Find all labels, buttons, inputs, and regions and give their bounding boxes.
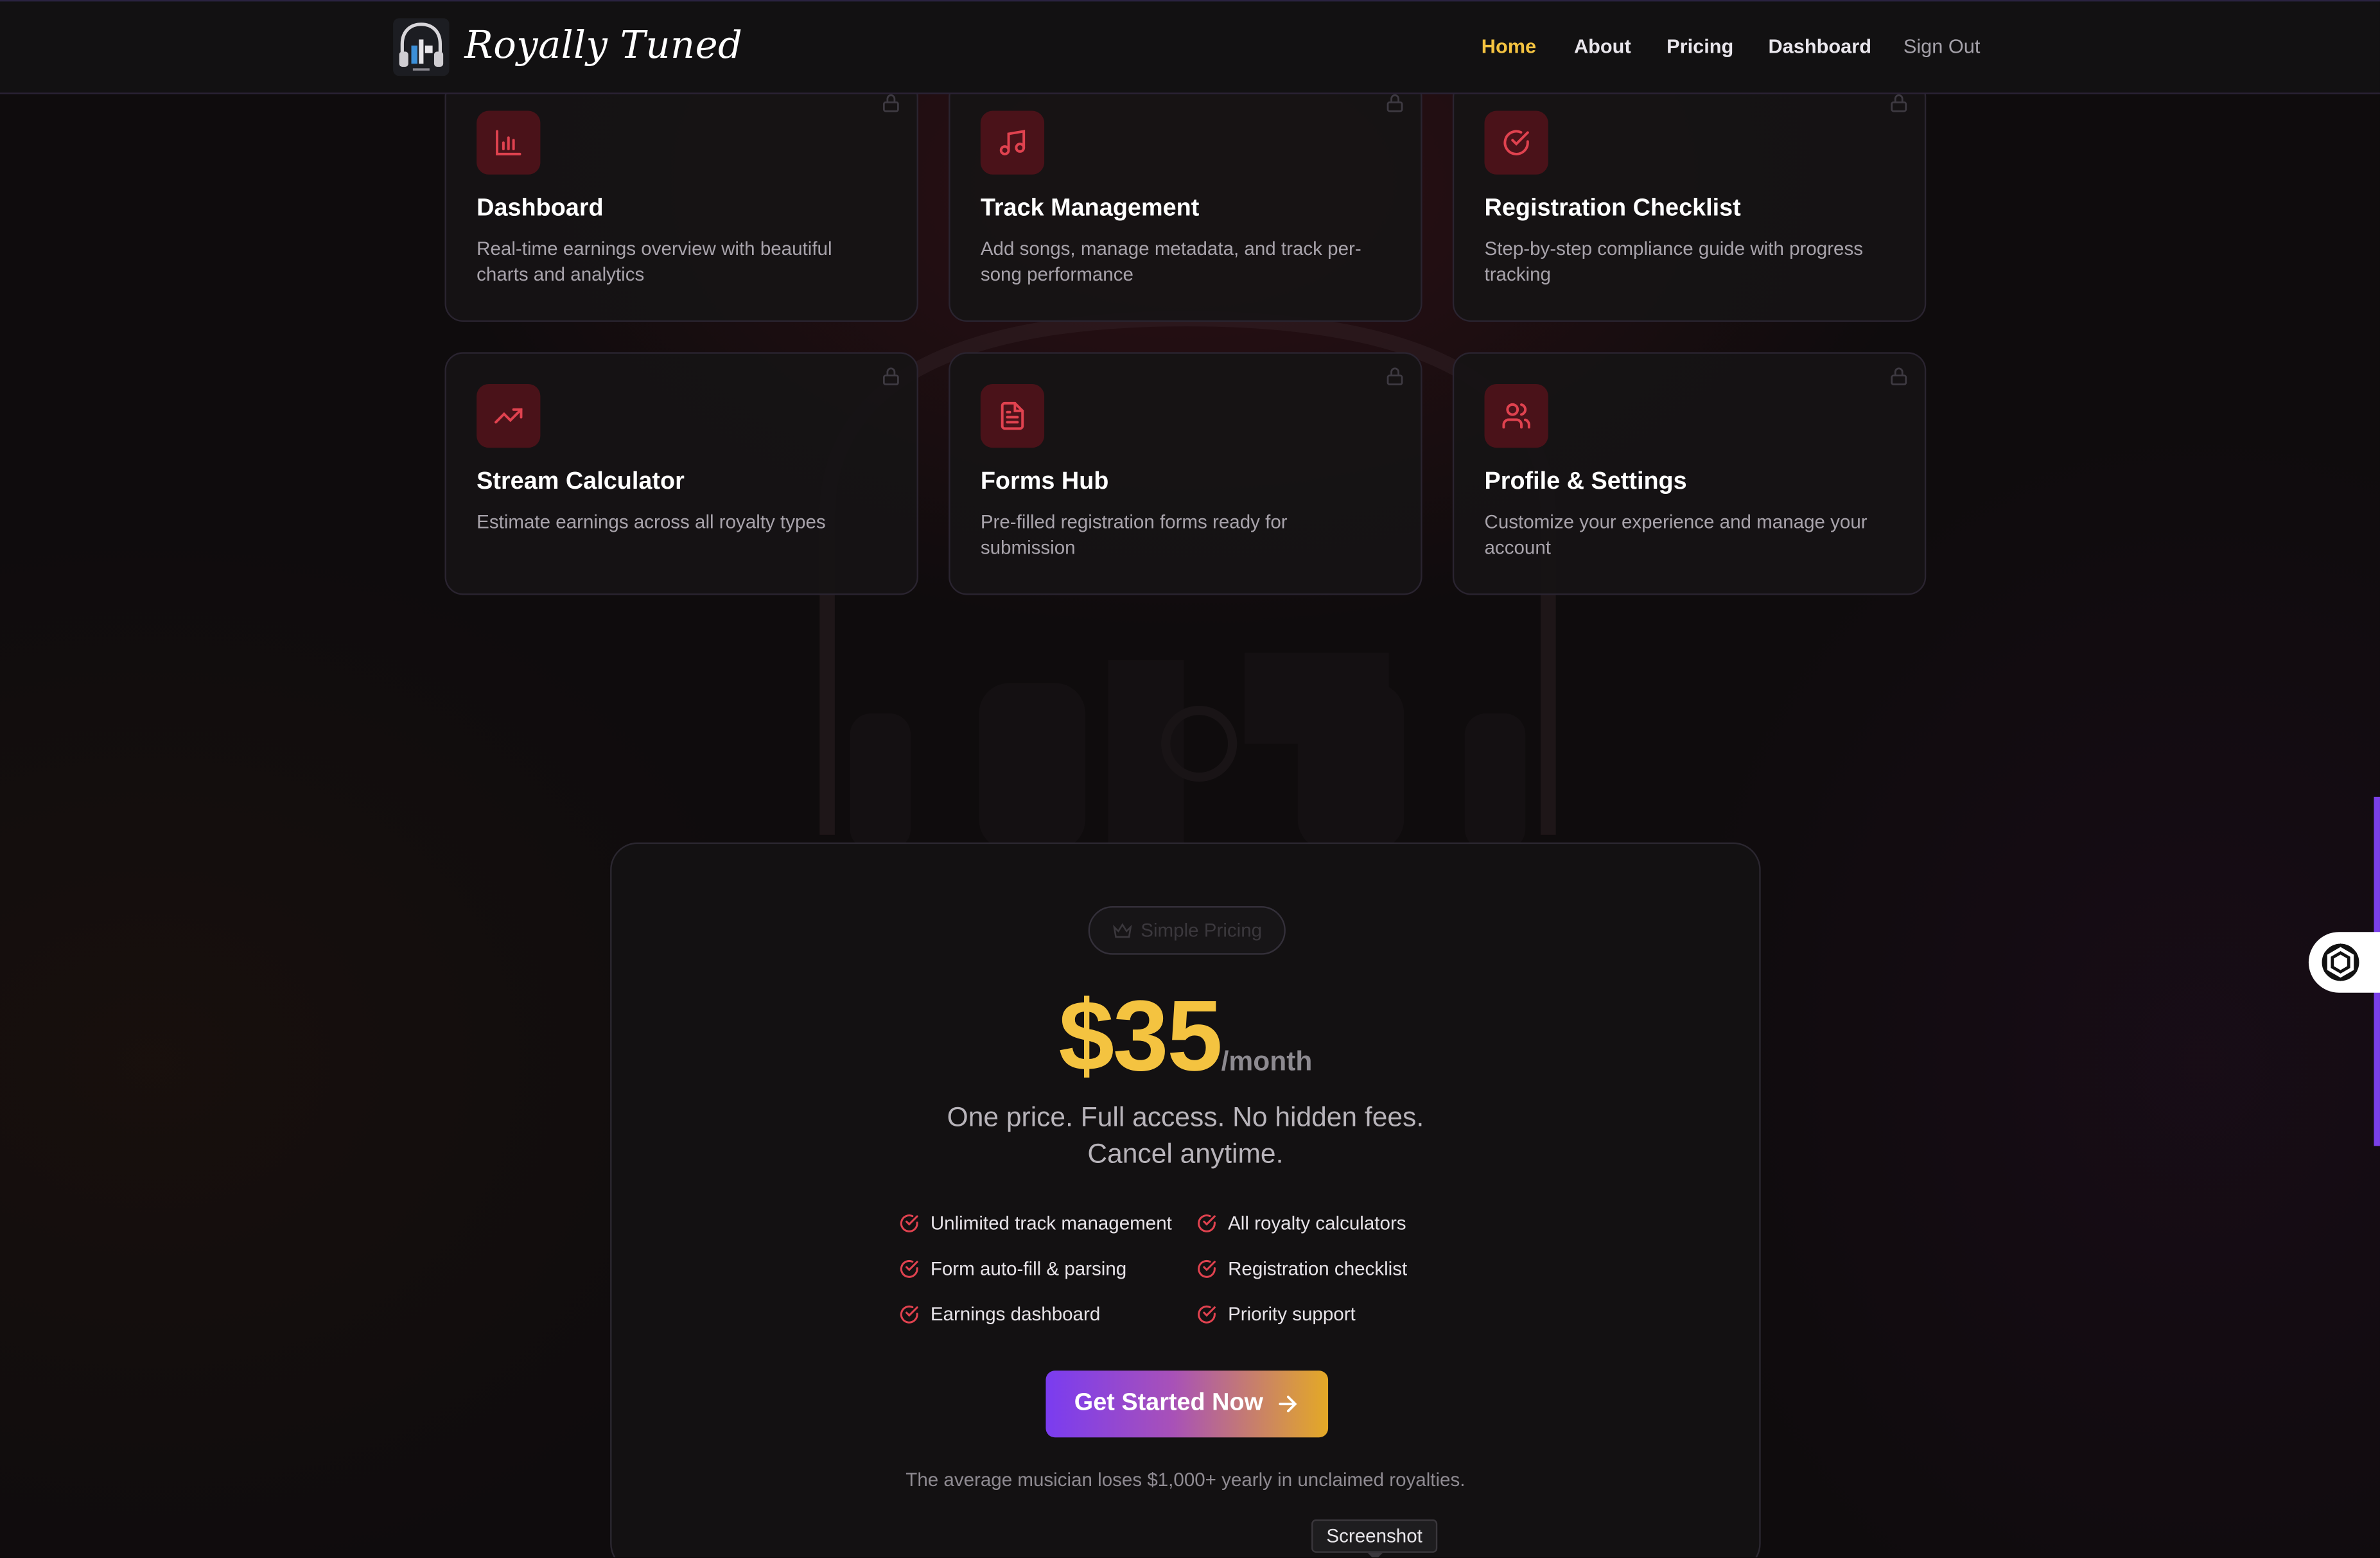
pricing-badge: Simple Pricing <box>1088 906 1286 955</box>
lock-icon <box>1387 94 1403 112</box>
feature-card-dashboard[interactable]: Dashboard Real-time earnings overview wi… <box>444 78 918 322</box>
pricing-feature-label: Unlimited track management <box>930 1212 1172 1234</box>
feature-title: Track Management <box>980 195 1200 222</box>
pricing-feature-item: All royalty calculators <box>1196 1212 1406 1234</box>
openai-logo-icon <box>2322 943 2359 981</box>
check-circle-icon <box>900 1214 918 1232</box>
check-circle-icon <box>1198 1259 1216 1278</box>
page: Royally Tuned Home About Pricing Dashboa… <box>0 0 2380 1557</box>
pricing-card: Simple Pricing $35/month One price. Full… <box>610 842 1761 1557</box>
nav-link-sign-out[interactable]: Sign Out <box>1903 35 1981 57</box>
pricing-feature-label: Earnings dashboard <box>930 1304 1101 1326</box>
feature-icon-box <box>1484 383 1548 448</box>
lock-icon <box>1891 94 1907 112</box>
feature-card-profile-settings[interactable]: Profile & Settings Customize your experi… <box>1452 352 1927 595</box>
tagline-line-1: One price. Full access. No hidden fees. <box>947 1101 1424 1133</box>
feature-description: Real-time earnings overview with beautif… <box>477 238 832 286</box>
feature-description: Estimate earnings across all royalty typ… <box>477 511 826 533</box>
pricing-feature-item: Form auto-fill & parsing <box>898 1258 1126 1279</box>
check-circle-icon <box>1198 1214 1216 1232</box>
feature-icon-box <box>980 383 1045 448</box>
bar-chart-icon <box>496 130 521 155</box>
crown-icon <box>1112 922 1132 938</box>
pricing-badge-label: Simple Pricing <box>1141 920 1263 941</box>
feature-title: Forms Hub <box>980 469 1109 495</box>
feature-icon-box <box>477 110 541 175</box>
nav-link-home[interactable]: Home <box>1482 35 1536 57</box>
feature-description: Add songs, manage metadata, and track pe… <box>980 238 1361 286</box>
feature-title: Dashboard <box>477 195 604 222</box>
users-icon <box>1502 403 1530 429</box>
pricing-feature-item: Priority support <box>1196 1304 1356 1326</box>
get-started-label: Get Started Now <box>1074 1390 1263 1417</box>
lock-icon <box>882 94 899 112</box>
feature-icon-box <box>980 110 1045 175</box>
trending-up-icon <box>494 408 523 424</box>
feature-card-stream-calculator[interactable]: Stream Calculator Estimate earnings acro… <box>444 352 918 595</box>
feature-description: Pre-filled registration forms ready for … <box>980 511 1288 559</box>
pricing-feature-item: Unlimited track management <box>898 1212 1172 1234</box>
check-circle-icon <box>900 1305 918 1324</box>
brand-name[interactable]: Royally Tuned <box>464 22 742 67</box>
check-circle-icon <box>1198 1305 1216 1324</box>
feature-card-registration-checklist[interactable]: Registration Checklist Step-by-step comp… <box>1452 78 1927 322</box>
check-circle-icon <box>900 1259 918 1278</box>
feature-description: Step-by-step compliance guide with progr… <box>1484 238 1864 286</box>
feature-title: Profile & Settings <box>1484 469 1687 495</box>
pricing-feature-label: Form auto-fill & parsing <box>930 1258 1127 1280</box>
price-amount: $35 <box>1058 979 1223 1092</box>
music-note-icon <box>999 130 1026 155</box>
arrow-right-icon <box>1279 1396 1298 1413</box>
pricing-footnote: The average musician loses $1,000+ yearl… <box>906 1469 1466 1491</box>
check-circle-icon <box>1503 130 1529 155</box>
headphones-logo-icon <box>393 18 450 76</box>
assistant-widget-button[interactable] <box>2308 932 2380 993</box>
pricing-feature-item: Earnings dashboard <box>898 1304 1100 1325</box>
brand-logo[interactable] <box>393 18 450 76</box>
nav-link-pricing[interactable]: Pricing <box>1667 35 1733 57</box>
nav-link-about[interactable]: About <box>1574 35 1631 57</box>
lock-icon <box>882 367 899 385</box>
pricing-feature-label: Registration checklist <box>1228 1258 1408 1280</box>
feature-description: Customize your experience and manage you… <box>1484 511 1868 559</box>
price-period: /month <box>1221 1046 1313 1076</box>
feature-icon-box <box>1484 110 1548 175</box>
nav-link-dashboard[interactable]: Dashboard <box>1768 35 1871 57</box>
feature-title: Registration Checklist <box>1484 195 1741 222</box>
feature-icon-box <box>477 383 541 448</box>
feature-title: Stream Calculator <box>477 469 685 495</box>
top-navbar: Royally Tuned Home About Pricing Dashboa… <box>0 0 2380 94</box>
pricing-feature-item: Registration checklist <box>1196 1258 1407 1279</box>
document-icon <box>1001 401 1024 430</box>
lock-icon <box>1387 367 1403 385</box>
pricing-feature-label: Priority support <box>1228 1304 1356 1326</box>
feature-card-forms-hub[interactable]: Forms Hub Pre-filled registration forms … <box>949 352 1422 595</box>
pricing-tagline: One price. Full access. No hidden fees. … <box>611 1099 1759 1171</box>
price-row: $35/month <box>611 977 1759 1093</box>
tagline-line-2: Cancel anytime. <box>1087 1138 1284 1169</box>
get-started-button[interactable]: Get Started Now <box>1046 1370 1329 1438</box>
pricing-feature-label: All royalty calculators <box>1228 1212 1406 1234</box>
screenshot-tooltip: Screenshot <box>1311 1519 1438 1557</box>
lock-icon <box>1891 367 1907 385</box>
feature-card-track-management[interactable]: Track Management Add songs, manage metad… <box>949 78 1422 322</box>
